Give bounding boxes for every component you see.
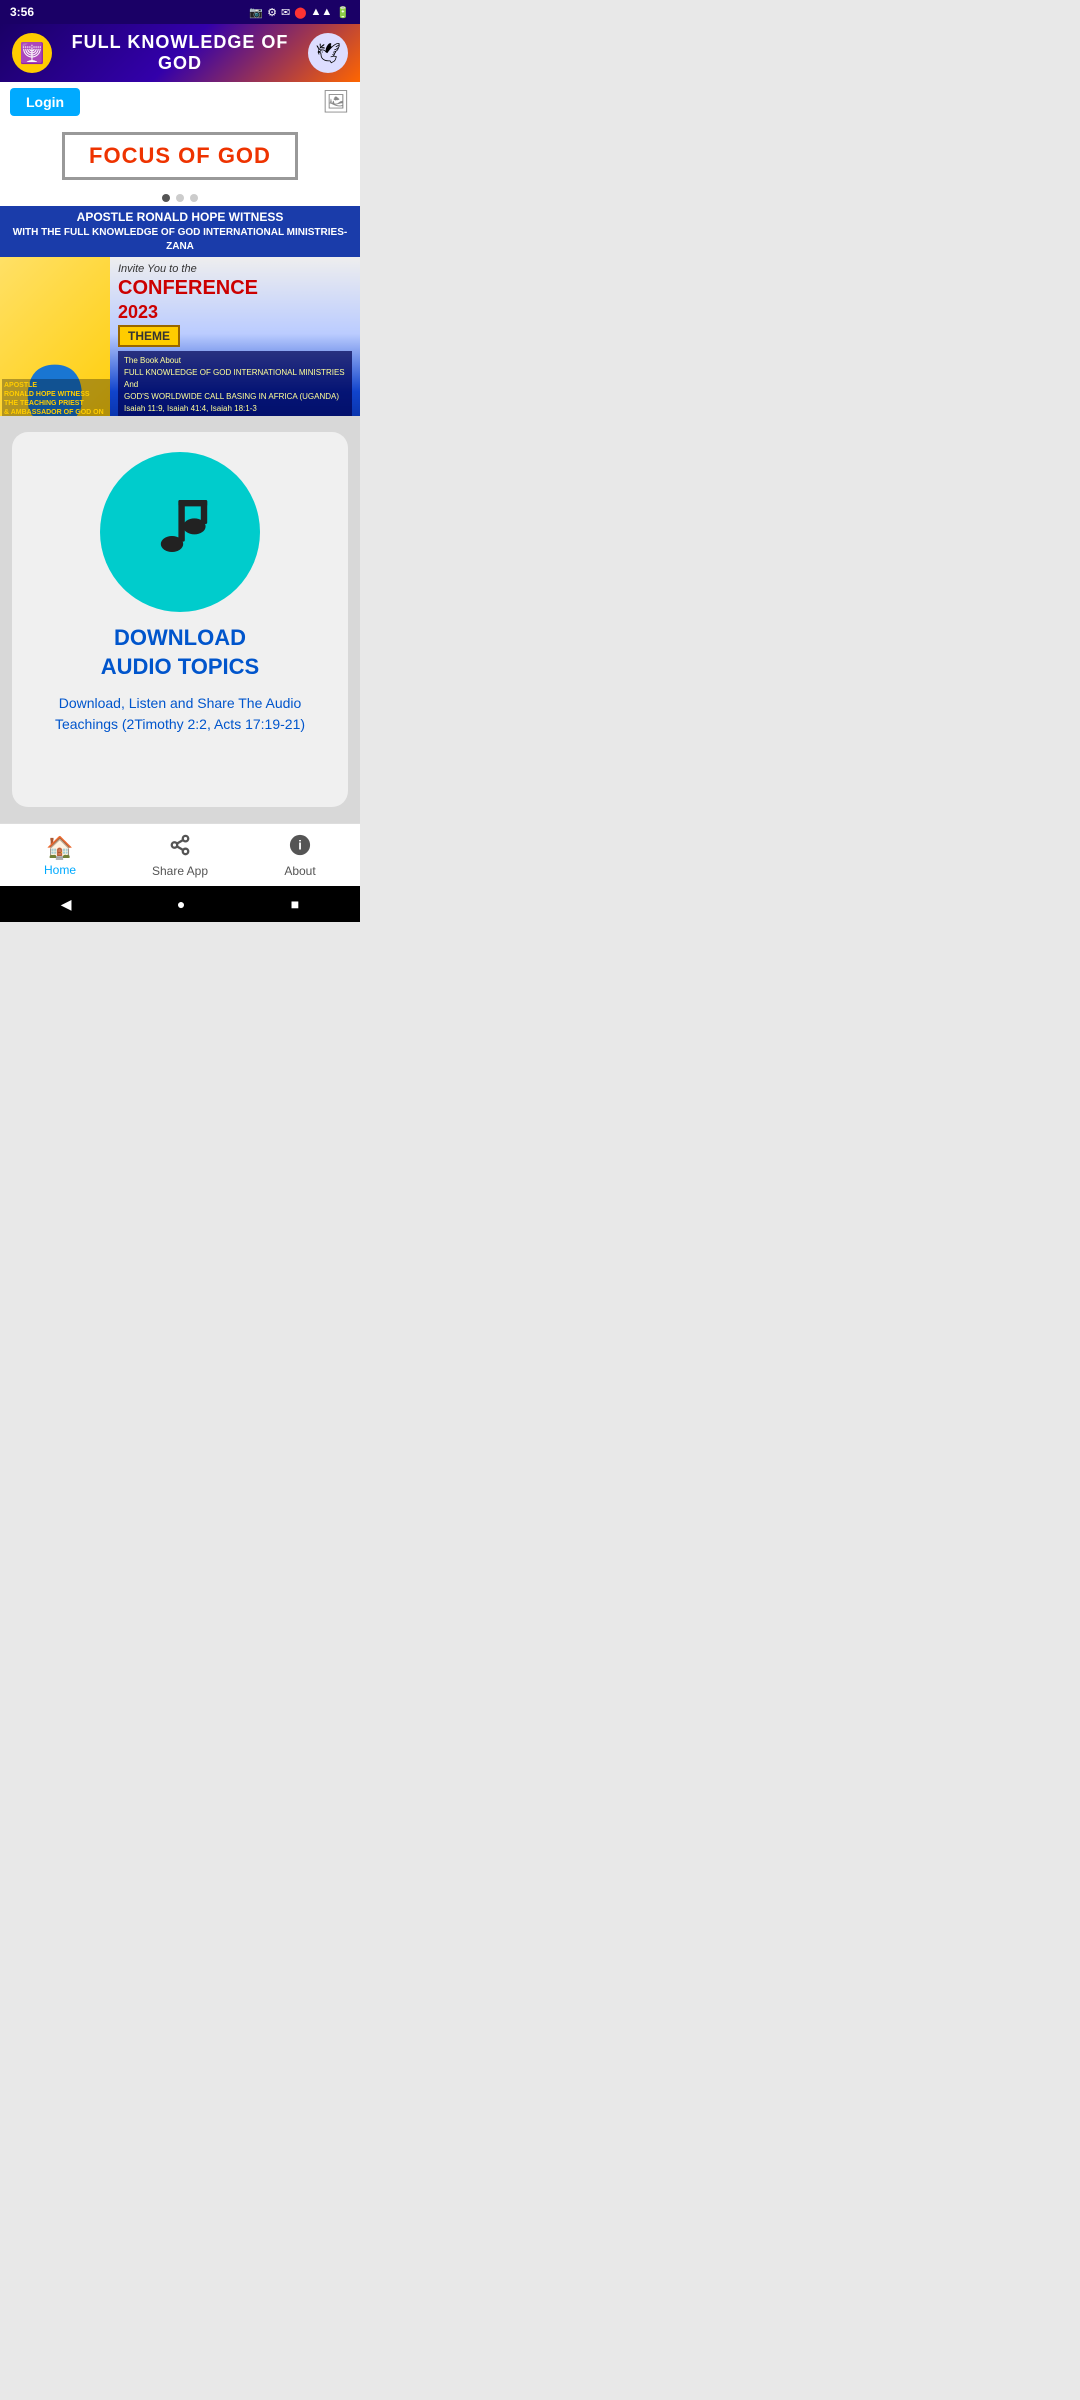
theme-description: The Book About FULL KNOWLEDGE OF GOD INT… [118,351,352,416]
image-icon[interactable]: 🖼 [322,89,350,115]
toolbar: Login 🖼 [0,82,360,122]
theme-badge: THEME [118,325,180,347]
system-nav: ◀ ● ■ [0,886,360,922]
conf-person: 👤 APOSTLE RONALD HOPE WITNESS THE TEACHI… [0,257,110,416]
main-content: DOWNLOAD AUDIO TOPICS Download, Listen a… [0,416,360,823]
music-note-icon [140,492,220,572]
logo-right-icon: 🕊 [308,33,348,73]
logo-left-icon: 🕎 [12,33,52,73]
carousel-dot-1 [162,194,170,202]
invite-text: Invite You to the [118,263,352,275]
carousel-dot-2 [176,194,184,202]
nav-share[interactable]: Share App [120,824,240,886]
app-header: 🕎 FULL KNOWLEDGE OF GOD 🕊 [0,24,360,82]
share-icon [169,834,191,862]
conference-text: CONFERENCE [118,277,352,300]
status-bar: 3:56 📷 ⚙ ✉ ⬤ ▲▲ 🔋 [0,0,360,24]
download-title: DOWNLOAD AUDIO TOPICS [101,624,260,681]
music-icon-circle [100,452,260,612]
bottom-nav: 🏠 Home Share App i About [0,823,360,886]
svg-text:i: i [298,838,302,853]
nav-home[interactable]: 🏠 Home [0,824,120,886]
conf-content: 👤 APOSTLE RONALD HOPE WITNESS THE TEACHI… [0,257,360,416]
nav-share-label: Share App [152,864,208,878]
download-desc: Download, Listen and Share The Audio Tea… [28,693,332,735]
back-button[interactable]: ◀ [61,896,72,913]
focus-title: FOCUS OF GOD [62,132,298,180]
home-icon: 🏠 [46,835,73,861]
conf-person-info: APOSTLE RONALD HOPE WITNESS THE TEACHING… [2,379,110,416]
app-title: FULL KNOWLEDGE OF GOD [64,32,296,74]
conf-top-bar: APOSTLE RONALD HOPE WITNESS WITH THE FUL… [0,206,360,257]
nav-about[interactable]: i About [240,824,360,886]
nav-home-label: Home [44,863,76,877]
apostle-name: APOSTLE RONALD HOPE WITNESS [6,209,354,226]
recent-button[interactable]: ■ [291,896,299,912]
login-button[interactable]: Login [10,88,80,116]
ministry-subtitle: WITH THE FULL KNOWLEDGE OF GOD INTERNATI… [6,226,354,254]
info-icon: i [289,834,311,862]
year-text: 2023 [118,302,352,323]
nav-about-label: About [284,864,315,878]
focus-banner: FOCUS OF GOD [0,122,360,190]
status-time: 3:56 [10,5,34,19]
status-icons: 📷 ⚙ ✉ ⬤ ▲▲ 🔋 [249,6,350,19]
conference-banner: APOSTLE RONALD HOPE WITNESS WITH THE FUL… [0,206,360,416]
carousel-dot-3 [190,194,198,202]
conf-text-area: Invite You to the CONFERENCE 2023 THEME … [110,257,360,416]
carousel-dots [0,190,360,206]
download-card[interactable]: DOWNLOAD AUDIO TOPICS Download, Listen a… [12,432,348,807]
home-button[interactable]: ● [177,896,185,912]
